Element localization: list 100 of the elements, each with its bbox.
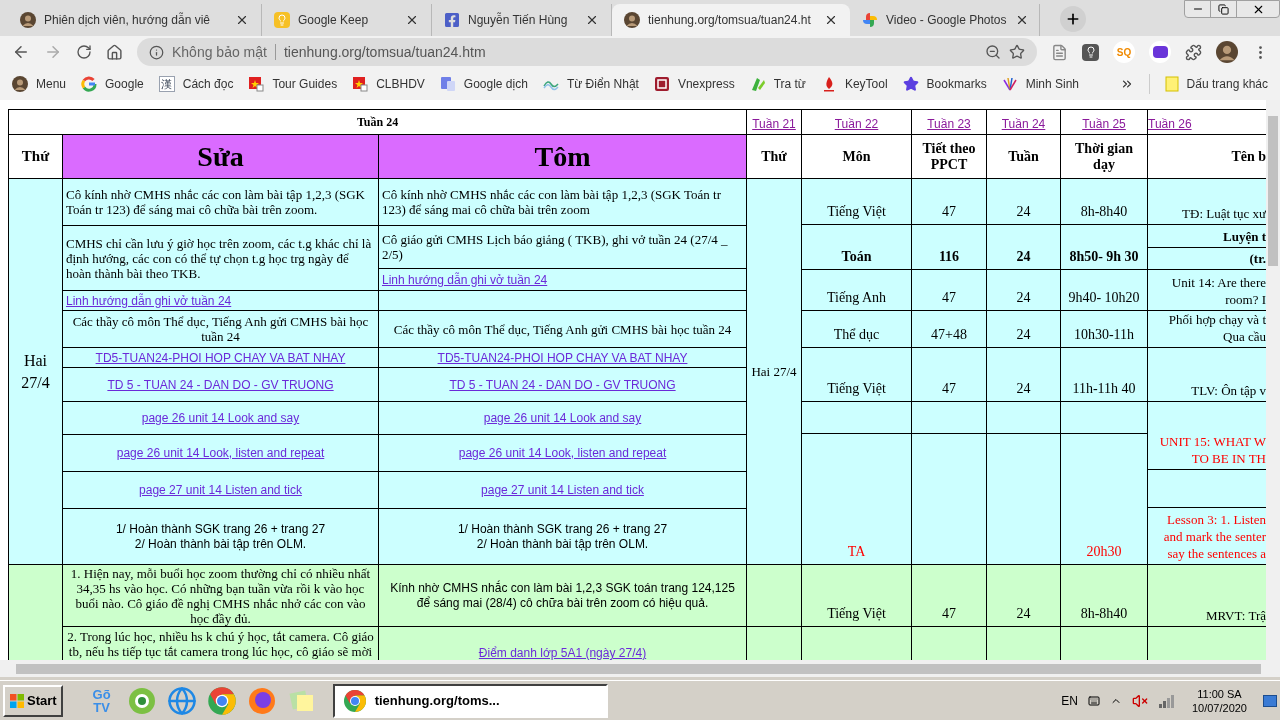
bookmark[interactable]: CLBHDV — [352, 75, 425, 93]
table-cell: Toán — [802, 225, 911, 269]
info-icon[interactable] — [149, 44, 164, 60]
extensions-icon[interactable] — [1185, 43, 1202, 61]
link[interactable]: page 27 unit 14 Listen and tick — [139, 481, 302, 499]
table-cell: Tiếng Anh — [802, 270, 911, 310]
browser-icon[interactable] — [126, 685, 157, 716]
link[interactable]: page 26 unit 14 Look and say — [483, 409, 642, 427]
close-icon[interactable] — [235, 13, 249, 27]
week-link[interactable]: Tuần 25 — [1082, 115, 1126, 133]
close-icon[interactable] — [824, 13, 838, 27]
bookmark[interactable]: Google — [81, 75, 144, 93]
bookmark[interactable]: Tour Guides — [248, 75, 338, 93]
week-link[interactable]: Tuần 23 — [927, 115, 971, 133]
show-desktop-icon[interactable] — [1263, 694, 1277, 707]
link[interactable]: page 26 unit 14 Look, listen and repeat — [458, 444, 667, 462]
column-header: Sửa — [63, 135, 378, 178]
lightbulb-icon[interactable] — [1082, 43, 1099, 61]
facebook-icon — [444, 12, 460, 28]
link[interactable]: TD5-TUAN24-PHOI HOP CHAY VA BAT NHAY — [437, 348, 688, 367]
avatar-icon — [624, 12, 640, 28]
bookmark[interactable]: Tra từ — [749, 75, 806, 93]
table-cell: 10h30-11h — [1061, 311, 1147, 347]
flag-icon — [248, 76, 265, 92]
taskbar-window-button[interactable]: tienhung.org/toms... — [332, 683, 608, 718]
bookmark[interactable]: Vnexpress — [653, 75, 735, 93]
table-cell: 24 — [987, 565, 1060, 626]
link[interactable]: Linh hướng dẫn ghi vở tuần 24 — [382, 270, 548, 289]
table-cell: 9h40- 10h20 — [1061, 270, 1147, 310]
table-cell: Tiếng Việt — [802, 179, 911, 224]
table-cell: Cô kính nhờ CMHS nhắc các con làm bài tập 1,2,3 (SGK Toán tr 123) để sáng mai cô chữa bài trên zoom — [379, 179, 746, 225]
table-cell: Cô kính nhờ CMHS nhắc các con làm bài tập 1,2,3 (SGK Toán tr 123) để sáng mai cô chữa bài trên zoom. — [63, 179, 378, 225]
bookmark[interactable]: 漢 Cách đọc — [158, 75, 234, 93]
link[interactable]: TD 5 - TUAN 24 - DAN DO - GV TRUONG — [107, 375, 334, 394]
week-link[interactable]: Tuần 24 — [1001, 115, 1046, 133]
avatar-icon — [20, 12, 36, 28]
zoom-out-icon[interactable] — [985, 44, 1001, 60]
chrome-icon[interactable] — [206, 685, 237, 716]
week-link[interactable]: Tuần 26 — [1148, 115, 1192, 133]
volume-icon[interactable] — [1131, 692, 1148, 709]
translate-icon — [439, 76, 456, 92]
horizontal-scrollbar[interactable] — [0, 660, 1280, 677]
extension-icon[interactable] — [1149, 41, 1171, 63]
table-cell: TA — [802, 434, 911, 564]
bookmark[interactable]: Google dịch — [439, 75, 528, 93]
link[interactable]: page 26 unit 14 Look, listen and repeat — [116, 444, 325, 462]
week-link[interactable]: Tuần 22 — [834, 115, 879, 133]
link[interactable]: TD 5 - TUAN 24 - DAN DO - GV TRUONG — [449, 375, 676, 394]
other-bookmarks[interactable]: Dấu trang khác — [1164, 75, 1268, 93]
bookmark[interactable]: Menu — [12, 75, 67, 93]
reader-icon[interactable] — [1051, 43, 1068, 61]
new-tab-icon[interactable] — [1065, 11, 1081, 27]
language-indicator[interactable]: EN — [1061, 691, 1078, 710]
lightbulb-icon — [274, 12, 290, 28]
link[interactable]: Điểm danh lớp 5A1 (ngày 27/4) — [478, 644, 647, 660]
link[interactable]: Linh hướng dẫn ghi vở tuần 24 — [66, 291, 232, 310]
address-bar[interactable]: Không bảo mật tienhung.org/tomsua/tuan24.htm — [137, 38, 1037, 66]
table-cell: CMHS chỉ cần lưu ý giờ học trên zoom, các t.g khác chỉ là định hướng, các con có thể tự chọn t.g học trg ngày để hoàn thành bài theo TKB. — [63, 226, 378, 290]
link[interactable]: page 27 unit 14 Listen and tick — [481, 481, 644, 499]
bookmark[interactable]: Bookmarks — [902, 75, 987, 93]
bookmark[interactable]: Minh Sinh — [1001, 75, 1079, 93]
bookmark[interactable]: Từ Điển Nhật — [542, 75, 639, 93]
keyboard-icon[interactable] — [1087, 694, 1100, 707]
table-cell: 24 — [987, 311, 1060, 347]
bookmark-star-icon[interactable] — [1009, 44, 1025, 60]
table-cell: 1/ Hoàn thành SGK trang 26 + trang 27 2/ Hoàn thành bài tập trên OLM. — [63, 509, 378, 564]
browser-tab[interactable]: tienhung.org/tomsua/tuan24.ht — [612, 4, 850, 36]
date-text: 10/07/2020 — [1191, 700, 1247, 715]
table-cell: TLV: Ôn tập v — [1148, 348, 1266, 401]
table-cell: 47 — [912, 565, 986, 626]
table-cell: Lesson 3: 1. Listen and mark the senter say the sentences a — [1148, 508, 1266, 564]
table-cell: 8h-8h40 — [1061, 179, 1147, 224]
security-label: Không bảo mật — [172, 42, 267, 62]
home-icon[interactable] — [106, 43, 123, 61]
chrome-icon[interactable] — [342, 688, 367, 713]
clock[interactable]: 11:00 SA 10/07/2020 — [1191, 686, 1247, 715]
column-header: Tuần — [987, 135, 1060, 178]
column-header: Tên b — [1148, 135, 1266, 178]
start-button[interactable]: Start — [3, 684, 63, 717]
reload-icon[interactable] — [76, 44, 92, 60]
week-link[interactable]: Tuần 21 — [752, 115, 796, 133]
profile-avatar — [1216, 41, 1238, 63]
table-title: Tuần 24 — [9, 110, 746, 134]
close-icon[interactable] — [585, 13, 599, 27]
link[interactable]: page 26 unit 14 Look and say — [141, 409, 300, 427]
bookmark[interactable]: KeyTool — [820, 75, 888, 93]
table-cell: MRVT: Trậ — [1148, 565, 1266, 626]
back-icon[interactable] — [12, 43, 30, 61]
table-cell: TĐ: Luật tục xư — [1148, 179, 1266, 224]
table-cell: Cô giáo gửi CMHS Lịch báo giảng ( TKB), ghi vở tuần 24 (27/4 _ 2/5) — [379, 226, 746, 268]
table-cell: Thể dục — [802, 311, 911, 347]
restore-icon[interactable] — [1218, 3, 1229, 15]
table-cell: Tiếng Việt — [802, 348, 911, 401]
table-cell: (tr. — [1148, 248, 1266, 269]
close-icon[interactable] — [405, 13, 419, 27]
flag-icon — [352, 76, 369, 92]
bookmark-glyph: 漢 — [158, 76, 175, 92]
link[interactable]: TD5-TUAN24-PHOI HOP CHAY VA BAT NHAY — [95, 348, 346, 367]
table-cell: 24 — [987, 225, 1060, 269]
fan-icon — [1001, 76, 1018, 92]
